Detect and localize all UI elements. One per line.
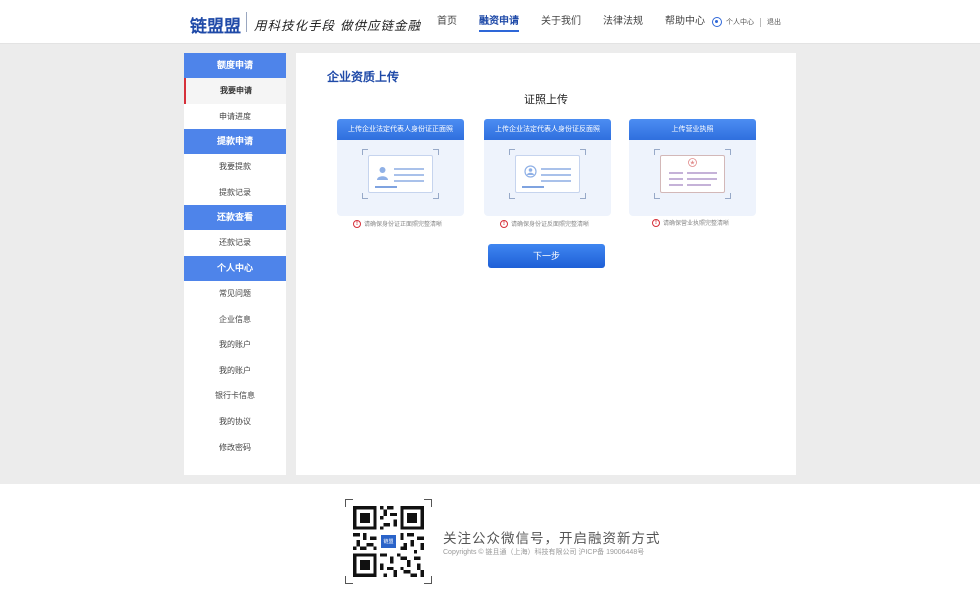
warning-icon: ! (500, 219, 508, 228)
nav-laws[interactable]: 法律法规 (603, 0, 643, 44)
hint-text: 请确保身份证正面照完整清晰 (364, 222, 443, 228)
nav-about-us[interactable]: 关于我们 (541, 0, 581, 44)
nav-financing-application[interactable]: 融资申请 (479, 0, 519, 44)
logo-divider (246, 12, 247, 32)
brand-logo[interactable]: 链盟盟 (190, 12, 241, 37)
sidebar-group-repayment[interactable]: 还款查看 (184, 205, 286, 231)
user-icon[interactable] (712, 17, 722, 27)
logout-link[interactable]: 退出 (767, 17, 781, 27)
upload-dropzone[interactable]: ★ (629, 140, 756, 216)
qr-logo-badge: 链盟 (380, 534, 397, 549)
hint-text: 请确保营业执照完整清晰 (663, 221, 730, 227)
hint-id-front: ! 请确保身份证正面照完整清晰 (353, 219, 442, 228)
upload-card-business-license[interactable]: 上传营业执照 ★ (629, 119, 756, 216)
sidebar-item-my-account-2[interactable]: 我的账户 (184, 358, 286, 384)
sidebar-item-my-account[interactable]: 我的账户 (184, 332, 286, 358)
nav-home[interactable]: 首页 (437, 0, 457, 44)
upload-card-header[interactable]: 上传企业法定代表人身份证反面照 (484, 119, 611, 140)
id-card-back-icon (509, 149, 586, 199)
sidebar-item-progress[interactable]: 申请进度 (184, 104, 286, 130)
svg-text:★: ★ (690, 160, 695, 167)
brand-slogan: 用科技化手段 做供应链金融 (254, 18, 421, 33)
wechat-qr-code: 链盟 (345, 499, 432, 584)
sidebar-group-personal[interactable]: 个人中心 (184, 255, 286, 281)
sidebar-item-repayment-records[interactable]: 还款记录 (184, 230, 286, 256)
section-subtitle: 证照上传 (524, 94, 568, 106)
sidebar-item-company-info[interactable]: 企业信息 (184, 307, 286, 333)
warning-icon: ! (652, 218, 660, 227)
copyright-text: Copyrights © 链且通（上海）科技有限公司 沪ICP备 1900644… (443, 549, 645, 556)
hint-business-license: ! 请确保营业执照完整清晰 (652, 218, 729, 227)
sidebar-item-agreements[interactable]: 我的协议 (184, 409, 286, 435)
sidebar-item-withdraw-records[interactable]: 提款记录 (184, 180, 286, 206)
main-nav: 首页 融资申请 关于我们 法律法规 帮助中心 (437, 0, 727, 44)
warning-icon: ! (353, 219, 361, 228)
upload-card-header[interactable]: 上传营业执照 (629, 119, 756, 140)
business-license-icon: ★ (654, 149, 731, 199)
main-panel: 企业资质上传 证照上传 上传企业法定代表人身份证正面照 上传企业法定代表人身份证… (296, 53, 796, 475)
next-step-button[interactable]: 下一步 (488, 244, 605, 268)
hint-id-back: ! 请确保身份证反面照完整清晰 (500, 219, 589, 228)
upload-dropzone[interactable] (337, 140, 464, 216)
nav-help-center[interactable]: 帮助中心 (665, 0, 705, 44)
sidebar-item-apply[interactable]: 我要申请 (184, 78, 286, 104)
sidebar-item-withdraw[interactable]: 我要提款 (184, 154, 286, 180)
upload-card-id-back[interactable]: 上传企业法定代表人身份证反面照 (484, 119, 611, 216)
sidebar-group-withdraw[interactable]: 提款申请 (184, 129, 286, 155)
user-area: 个人中心 退出 (712, 17, 781, 27)
upload-card-header[interactable]: 上传企业法定代表人身份证正面照 (337, 119, 464, 140)
top-header: 链盟盟 用科技化手段 做供应链金融 首页 融资申请 关于我们 法律法规 帮助中心… (0, 0, 980, 44)
user-divider (760, 17, 761, 27)
sidebar-item-bank-card[interactable]: 银行卡信息 (184, 383, 286, 409)
sidebar-item-change-password[interactable]: 修改密码 (184, 435, 286, 461)
page-title: 企业资质上传 (327, 70, 400, 84)
sidebar-group-quota[interactable]: 额度申请 (184, 53, 286, 78)
user-center-link[interactable]: 个人中心 (726, 17, 754, 27)
id-card-front-icon (362, 149, 439, 199)
upload-card-id-front[interactable]: 上传企业法定代表人身份证正面照 (337, 119, 464, 216)
hint-text: 请确保身份证反面照完整清晰 (511, 222, 590, 228)
upload-dropzone[interactable] (484, 140, 611, 216)
sidebar: 额度申请 我要申请 申请进度 提款申请 我要提款 提款记录 还款查看 还款记录 … (184, 53, 286, 475)
sidebar-item-faq[interactable]: 常见问题 (184, 281, 286, 307)
footer-slogan: 关注公众微信号，开启融资新方式 (443, 531, 661, 546)
